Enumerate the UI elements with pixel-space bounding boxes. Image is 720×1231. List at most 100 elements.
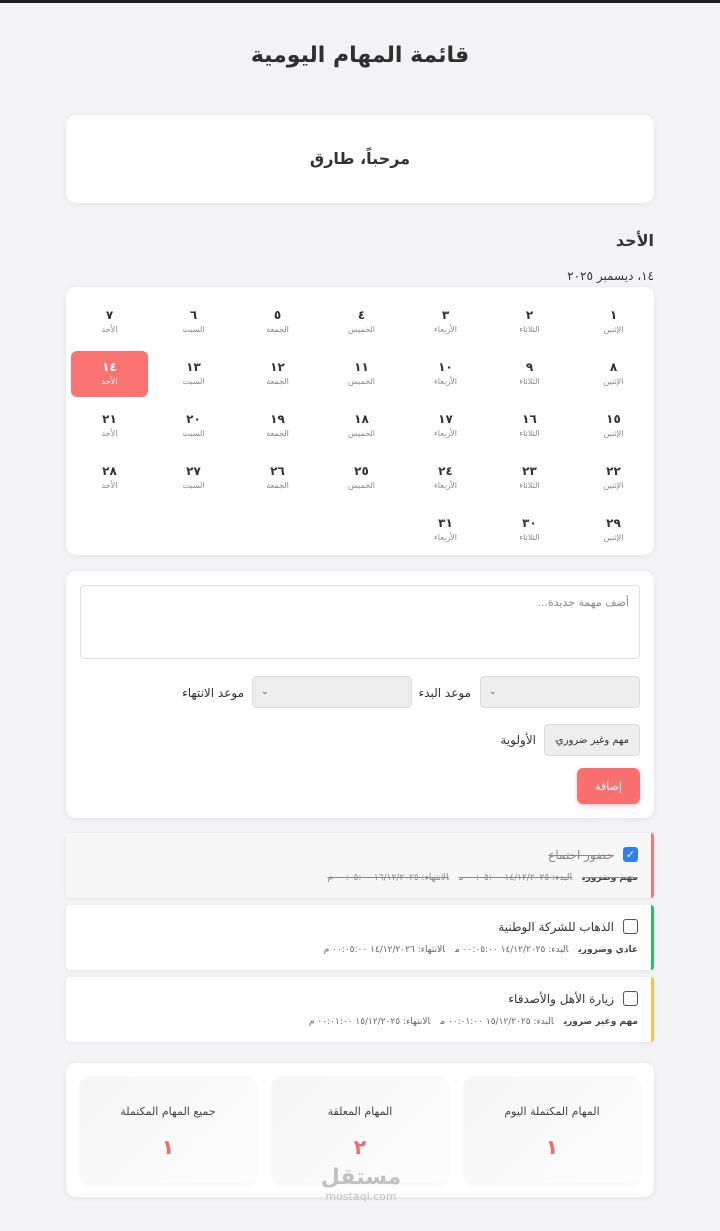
calendar-day-number: ٩ <box>525 360 534 374</box>
calendar-day[interactable]: ١٢ الجمعة <box>239 351 316 397</box>
task-checkbox[interactable] <box>623 919 638 934</box>
mostaql-watermark: مستقل mostaql.com <box>316 1166 406 1204</box>
task-item: ✓ حضور اجتماع مهم وضروري البدء: ١٤/١٢/٢٠٢… <box>66 833 654 898</box>
calendar-weekday: الثلاثاء <box>519 481 540 490</box>
stat-completed-today: المهام المكتملة اليوم ١ <box>464 1077 640 1183</box>
task-end: الانتهاء: ١٥/١٢/٢٠٢٥ ٠٠:٠١:٠٠ م <box>308 1017 431 1027</box>
calendar-day[interactable]: ٧ الأحد <box>71 299 148 345</box>
calendar-weekday: الخميس <box>347 481 376 490</box>
task-start: البدء: ١٤/١٢/٢٠٢٥ ٠٠:٠٥:٠٠ م <box>458 873 573 883</box>
calendar-weekday: الثلاثاء <box>519 533 540 542</box>
calendar-weekday: الإثنين <box>603 481 624 490</box>
stat-value: ١ <box>545 1135 559 1159</box>
priority-color-bar <box>651 977 654 1042</box>
calendar-day-number: ٢٢ <box>606 464 621 478</box>
calendar-day[interactable]: ١٠ الأربعاء <box>407 351 484 397</box>
calendar-day[interactable]: ٦ السبت <box>155 299 232 345</box>
calendar-day[interactable]: ٢٢ الإثنين <box>575 455 652 501</box>
calendar-weekday: السبت <box>182 481 205 490</box>
calendar-weekday: الثلاثاء <box>519 377 540 386</box>
task-meta: عادي وضروري البدء: ١٤/١٢/٢٠٢٥ ٠٠:٠٥:٠٠ م ا… <box>324 945 638 955</box>
calendar-day[interactable]: ١٩ الجمعة <box>239 403 316 449</box>
priority-select[interactable]: مهم وغير ضروري ⌄ <box>544 724 640 756</box>
welcome-text: مرحباً، طارق <box>309 149 411 168</box>
watermark-domain: mostaql.com <box>325 1190 397 1203</box>
calendar-day[interactable]: ٣١ الأربعاء <box>407 507 484 553</box>
calendar-day[interactable]: ٢٨ الأحد <box>71 455 148 501</box>
calendar-weekday: الأربعاء <box>434 429 457 438</box>
calendar-day[interactable]: ١٧ الأربعاء <box>407 403 484 449</box>
calendar-weekday: الجمعة <box>266 481 289 490</box>
calendar-weekday: الجمعة <box>266 429 289 438</box>
calendar-day-number: ١٩ <box>270 412 285 426</box>
add-task-button[interactable]: إضافة <box>577 768 640 804</box>
calendar-day[interactable]: ٢٣ الثلاثاء <box>491 455 568 501</box>
task-checkbox[interactable] <box>623 991 638 1006</box>
calendar-weekday: الإثنين <box>603 533 624 542</box>
task-start: البدء: ١٤/١٢/٢٠٢٥ ٠٠:٠٥:٠٠ م <box>454 945 569 955</box>
calendar-weekday: الإثنين <box>603 325 624 334</box>
calendar-day-number: ٦ <box>189 308 198 322</box>
calendar-day[interactable]: ٤ الخميس <box>323 299 400 345</box>
start-time-label: موعد البدء <box>418 686 471 700</box>
calendar-weekday: الثلاثاء <box>519 429 540 438</box>
calendar-day[interactable]: ٢١ الأحد <box>71 403 148 449</box>
calendar-day[interactable]: ٢٦ الجمعة <box>239 455 316 501</box>
calendar-day[interactable]: ١٥ الإثنين <box>575 403 652 449</box>
calendar-weekday: الأربعاء <box>434 377 457 386</box>
task-priority: مهم وغير ضروري <box>563 1017 638 1027</box>
calendar-day-number: ٥ <box>273 308 282 322</box>
calendar-day[interactable]: ١١ الخميس <box>323 351 400 397</box>
task-checkbox[interactable]: ✓ <box>623 847 638 862</box>
calendar-weekday: الأحد <box>101 377 118 386</box>
calendar-weekday: الجمعة <box>266 377 289 386</box>
calendar-day[interactable]: ٣٠ الثلاثاء <box>491 507 568 553</box>
task-title: حضور اجتماع <box>548 848 614 862</box>
calendar-day-number: ١٤ <box>102 360 117 374</box>
calendar-day[interactable]: ١٣ السبت <box>155 351 232 397</box>
chevron-down-icon: ⌄ <box>261 687 269 697</box>
calendar: ١ الإثنين ٢ الثلاثاء ٣ الأربعاء ٤ الخميس ٥ الجمعة… <box>66 287 654 555</box>
calendar-day[interactable]: ١ الإثنين <box>575 299 652 345</box>
calendar-day-number: ٢٤ <box>438 464 453 478</box>
today-day-name: الأحد <box>615 231 654 250</box>
calendar-day[interactable]: ٣ الأربعاء <box>407 299 484 345</box>
calendar-day-number: ١٧ <box>438 412 453 426</box>
calendar-day[interactable]: ٢٧ السبت <box>155 455 232 501</box>
stat-label: جميع المهام المكتملة <box>120 1105 216 1118</box>
calendar-day-number: ٢٠ <box>186 412 201 426</box>
end-time-label: موعد الانتهاء <box>182 686 244 700</box>
calendar-day-selected[interactable]: ١٤ الأحد <box>71 351 148 397</box>
stat-label: المهام المعلقة <box>327 1105 393 1118</box>
calendar-day-number: ٢١ <box>102 412 117 426</box>
task-priority: مهم وضروري <box>582 873 638 883</box>
calendar-weekday: الجمعة <box>266 325 289 334</box>
calendar-day[interactable]: ٥ الجمعة <box>239 299 316 345</box>
calendar-day[interactable]: ٢ الثلاثاء <box>491 299 568 345</box>
calendar-day-number: ١٦ <box>522 412 537 426</box>
end-time-select[interactable]: ⌄ <box>252 676 412 708</box>
calendar-day-number: ١٨ <box>354 412 369 426</box>
calendar-day[interactable]: ٢٥ الخميس <box>323 455 400 501</box>
calendar-day[interactable]: ٢٠ السبت <box>155 403 232 449</box>
start-time-select[interactable]: ⌄ <box>480 676 640 708</box>
calendar-day[interactable]: ٩ الثلاثاء <box>491 351 568 397</box>
calendar-day-number: ٢٦ <box>270 464 285 478</box>
calendar-day[interactable]: ١٨ الخميس <box>323 403 400 449</box>
calendar-weekday: الأحد <box>101 325 118 334</box>
calendar-day-number: ١١ <box>354 360 369 374</box>
task-item: زيارة الأهل والأصدقاء مهم وغير ضروري البد… <box>66 977 654 1042</box>
calendar-day[interactable]: ١٦ الثلاثاء <box>491 403 568 449</box>
page-title: قائمة المهام اليومية <box>250 43 470 68</box>
task-end: الانتهاء: ١٤/١٢/٢٠٢٦ ٠٠:٠٥:٠٠ م <box>323 945 445 955</box>
calendar-day[interactable]: ٨ الإثنين <box>575 351 652 397</box>
task-meta: مهم وضروري البدء: ١٤/١٢/٢٠٢٥ ٠٠:٠٥:٠٠ م ال… <box>328 873 638 883</box>
calendar-day[interactable]: ٢٩ الإثنين <box>575 507 652 553</box>
checkmark-icon: ✓ <box>625 848 636 861</box>
calendar-day-number: ٢٥ <box>354 464 369 478</box>
calendar-day[interactable]: ٢٤ الأربعاء <box>407 455 484 501</box>
calendar-day-number: ٣ <box>441 308 450 322</box>
calendar-day-number: ٢٧ <box>186 464 201 478</box>
task-input[interactable] <box>80 585 640 659</box>
calendar-weekday: الخميس <box>347 429 376 438</box>
